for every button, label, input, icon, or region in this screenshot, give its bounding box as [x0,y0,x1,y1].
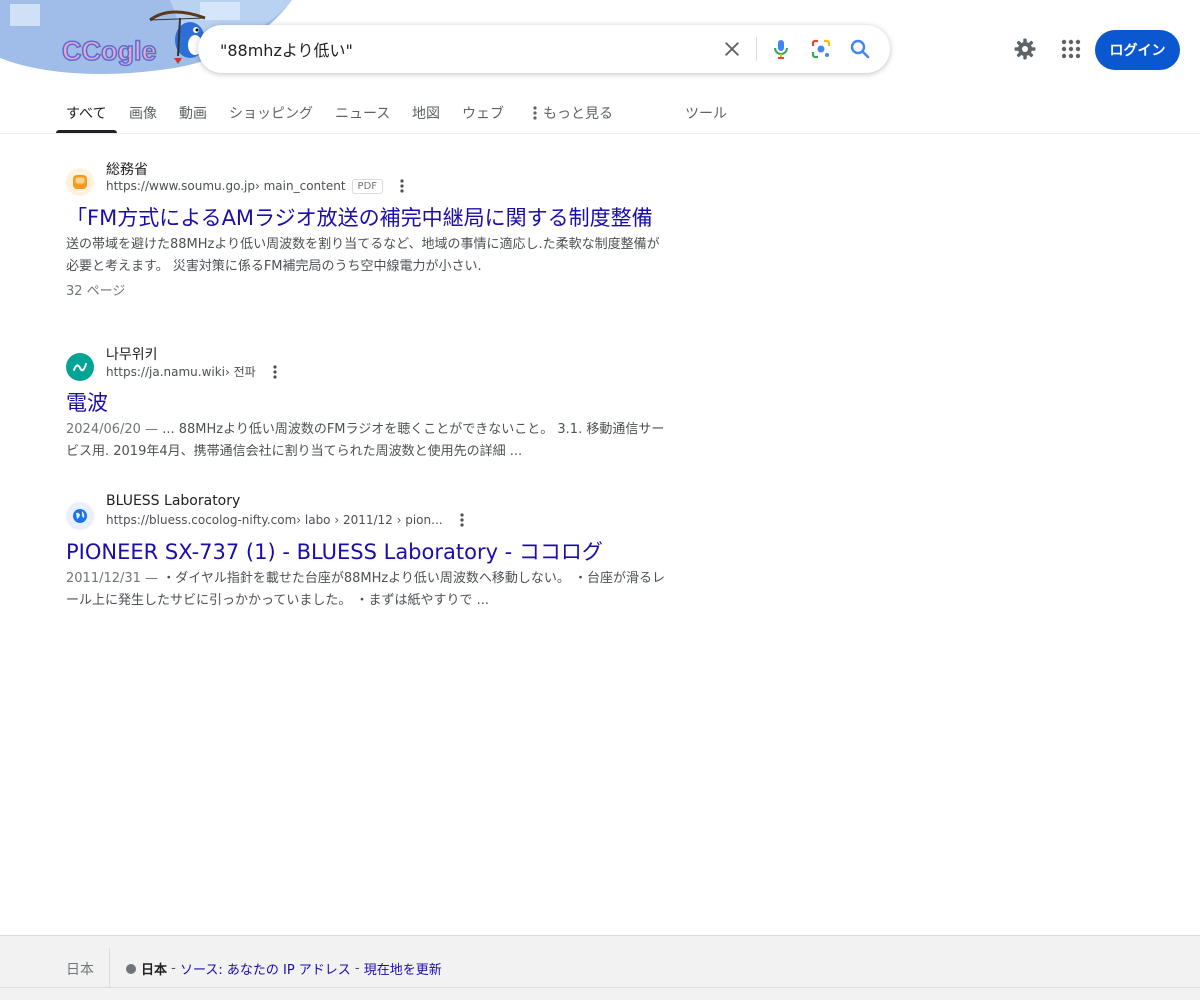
tab-tools[interactable]: ツール [685,103,727,123]
result-url-domain: https://www.soumu.go.jp [106,179,255,193]
search-icon[interactable] [848,37,872,61]
footer-source-link[interactable]: ソース: あなたの IP アドレス [180,959,351,978]
pdf-badge: PDF [351,178,384,194]
footer-separator: - [167,961,180,976]
active-tab-indicator [56,130,117,133]
svg-text:CCogle: CCogle [62,36,157,66]
result-url-path: › main_content [255,179,346,193]
result-snippet: 2024/06/20 — ... 88MHzより低い周波数のFMラジオを聴くこと… [66,419,668,463]
footer-bottom-divider [0,987,1200,988]
result-site-name[interactable]: BLUESS Laboratory [106,493,240,509]
microphone-icon[interactable] [769,37,793,61]
location-dot-icon [126,963,136,974]
tab-maps[interactable]: 地図 [412,103,440,123]
footer-divider [109,948,110,988]
footer-separator: - [350,961,364,976]
result-date: 2011/12/31 — [66,571,163,586]
settings-gear-icon[interactable] [1013,37,1037,61]
result-title-link[interactable]: 電波 [66,387,668,417]
result-snippet: 送の帯域を避けた88MHzより低い周波数を割り当てるなど、地域の事情に適応し.た… [66,234,668,278]
result-site-name[interactable]: 総務省 [106,159,148,179]
apps-grid-icon[interactable] [1059,37,1083,61]
search-divider [756,37,757,61]
tab-videos[interactable]: 動画 [179,103,207,123]
footer-location: 日本 - ソース: あなたの IP アドレス - 現在地を更新 [126,959,442,978]
search-tabs: すべて 画像 動画 ショッピング ニュース 地図 ウェブ もっと見る ツール [0,96,1200,134]
footer-country: 日本 [66,962,94,978]
globe-favicon-icon [66,502,94,530]
update-location-link[interactable]: 現在地を更新 [364,959,442,978]
tab-more[interactable]: もっと見る [530,103,613,123]
result-site-name[interactable]: 나무위키 [106,344,158,364]
result-url-domain: https://ja.namu.wiki [106,364,226,379]
tab-news[interactable]: ニュース [335,103,390,123]
header: CCogle "88mhzより低い" ログイン [0,0,1200,96]
result-url[interactable]: https://ja.namu.wiki › 전파 [106,363,282,380]
result-date: 2024/06/20 — [66,422,163,437]
result-title-link[interactable]: 「FM方式によるAMラジオ放送の補完中継局に関する制度整備 [66,202,668,232]
result-snippet-text: 送の帯域を避けた88MHzより低い周波数を割り当てるなど、地域の事情に適応し.た… [66,237,660,274]
clear-icon[interactable] [720,37,744,61]
tab-web[interactable]: ウェブ [462,103,504,123]
search-box[interactable]: "88mhzより低い" [198,25,890,73]
lens-camera-icon[interactable] [809,37,833,61]
login-button[interactable]: ログイン [1095,30,1180,70]
search-input[interactable]: "88mhzより低い" [220,37,353,61]
result-url[interactable]: https://bluess.cocolog-nifty.com › labo … [106,512,469,528]
result-page-count: 32 ページ [66,284,126,299]
result-url-path: › 전파 [225,365,256,379]
footer-location-name: 日本 [141,963,168,978]
tab-more-label: もっと見る [543,106,613,122]
tab-shopping[interactable]: ショッピング [229,103,313,123]
result-url-domain: https://bluess.cocolog-nifty.com [106,513,297,527]
namuwiki-favicon-icon [66,353,94,381]
tab-images[interactable]: 画像 [129,103,157,123]
result-snippet: 2011/12/31 — ・ダイヤル指針を載せた台座が88MHzより低い周波数へ… [66,568,668,612]
tab-all[interactable]: すべて [66,103,106,123]
footer: 日本 日本 - ソース: あなたの IP アドレス - 現在地を更新 [0,935,1200,1000]
result-options-icon[interactable] [268,364,282,380]
more-vert-icon [533,106,537,120]
result-options-icon[interactable] [395,178,409,194]
result-options-icon[interactable] [455,512,469,528]
result-title-link[interactable]: PIONEER SX-737 (1) - BLUESS Laboratory -… [66,536,668,566]
result-url[interactable]: https://www.soumu.go.jp › main_content P… [106,178,409,194]
result-url-path: › labo › 2011/12 › pion... [296,513,443,527]
soumu-favicon-icon [66,168,94,196]
